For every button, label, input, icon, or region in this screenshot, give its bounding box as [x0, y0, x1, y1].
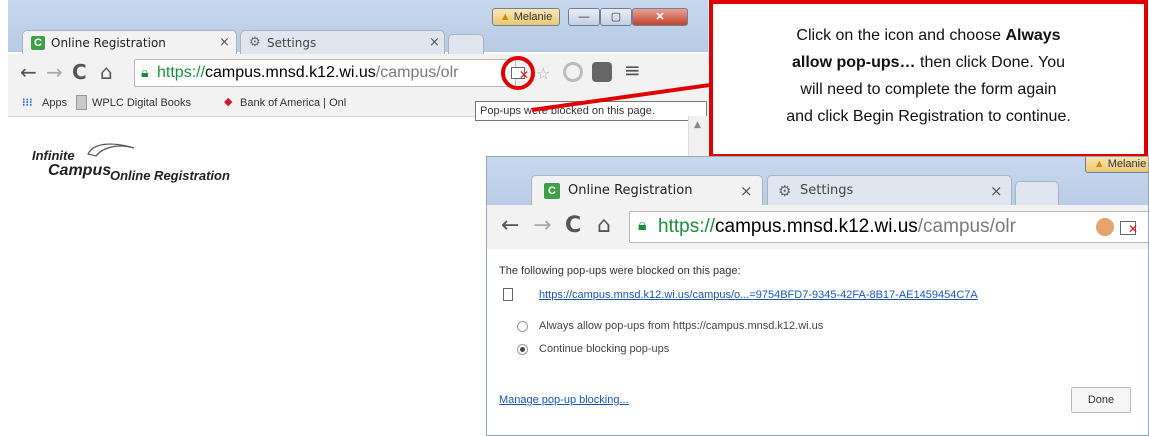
minimize-button[interactable]: — [568, 8, 600, 26]
tab-label: Settings [267, 36, 317, 50]
tab-label: Settings [800, 183, 854, 198]
radio-label: Continue blocking pop-ups [539, 343, 670, 355]
home-icon[interactable]: ⌂ [597, 213, 611, 238]
bofa-icon: ◆ [224, 96, 233, 108]
forward-arrow-icon[interactable]: → [533, 213, 551, 238]
campus-favicon-icon: C [31, 36, 45, 50]
callout-text: then click Done. You [915, 54, 1065, 71]
product-name: Online Registration [110, 168, 230, 183]
apps-grid-icon: ⁝⁝⁝ [22, 97, 33, 109]
extension-icon[interactable] [563, 62, 583, 82]
profile-name: Melanie [513, 11, 553, 23]
user-profile-button[interactable]: ▲ Melanie [492, 8, 560, 26]
close-tab-icon[interactable]: × [219, 35, 230, 50]
callout-line-1: Click on the icon and choose Always [713, 22, 1144, 49]
manage-popup-link[interactable]: Manage pop-up blocking... [499, 394, 629, 406]
toolbar: ← → C ⌂ 🔒︎ https://campus.mnsd.k12.wi.us… [8, 54, 708, 93]
blocked-popup-link[interactable]: https://campus.mnsd.k12.wi.us/campus/o..… [539, 289, 978, 301]
radio-button-selected[interactable] [517, 344, 528, 355]
new-tab-button[interactable] [448, 34, 484, 54]
address-bar[interactable]: 🔒︎ https://campus.mnsd.k12.wi.us/campus/… [629, 211, 1148, 243]
warning-icon: ▲ [499, 11, 511, 23]
scroll-up-icon[interactable]: ▲ [694, 120, 701, 130]
cookie-icon[interactable] [1096, 218, 1114, 236]
bookmark-star-icon[interactable]: ☆ [536, 64, 550, 83]
back-arrow-icon[interactable]: ← [20, 60, 37, 84]
home-icon[interactable]: ⌂ [100, 60, 113, 84]
book-icon [76, 95, 87, 110]
callout-line-2: allow pop-ups… then click Done. You [713, 49, 1144, 76]
reload-icon[interactable]: C [565, 213, 581, 238]
bookmark-wplc[interactable]: WPLC Digital Books [92, 97, 191, 109]
toolbar: ← → C ⌂ 🔒︎ https://campus.mnsd.k12.wi.us… [487, 205, 1148, 250]
bookmark-bofa[interactable]: Bank of America | Onl [240, 97, 346, 109]
url-scheme: https:// [157, 64, 206, 81]
campus-favicon-icon: C [544, 183, 560, 199]
callout-bold: allow pop-ups… [792, 54, 916, 71]
dialog-heading: The following pop-ups were blocked on th… [499, 265, 741, 277]
tab-label: Online Registration [568, 183, 693, 198]
tab-online-registration[interactable]: C Online Registration × [22, 30, 237, 54]
lock-icon: 🔒︎ [141, 64, 149, 80]
url-host: campus.mnsd.k12.wi.us [715, 216, 918, 237]
logo-line1: Infinite [32, 148, 75, 163]
callout-line-4: and click Begin Registration to continue… [786, 108, 1071, 125]
radio-button[interactable] [517, 321, 528, 332]
url-host: campus.mnsd.k12.wi.us [205, 64, 376, 81]
maximize-button[interactable]: ▢ [600, 8, 632, 26]
menu-icon[interactable]: ≡ [624, 58, 641, 82]
url-path: /campus/olr [917, 216, 1016, 237]
tab-settings[interactable]: ⚙ Settings × [767, 175, 1012, 205]
back-arrow-icon[interactable]: ← [501, 213, 519, 238]
done-button[interactable]: Done [1071, 387, 1131, 413]
radio-label: Always allow pop-ups from https://campus… [539, 320, 824, 332]
close-window-button[interactable]: ✕ [632, 8, 688, 26]
instruction-callout: Click on the icon and choose Always allo… [709, 0, 1148, 158]
foreground-browser-window: ▲ Melanie C Online Registration × ⚙ Sett… [486, 156, 1149, 436]
blocked-x-icon: ✕ [519, 68, 530, 82]
reload-icon[interactable]: C [72, 60, 87, 84]
logo-line2: Campus [48, 162, 112, 179]
callout-bold: Always [1005, 27, 1061, 44]
blocked-x-icon: ✕ [1128, 222, 1139, 236]
url-path: /campus/olr [375, 64, 459, 81]
close-tab-icon[interactable]: × [740, 182, 753, 200]
callout-text: Click on the icon and choose [796, 27, 1006, 44]
url-scheme: https:// [658, 216, 716, 237]
close-tab-icon[interactable]: × [429, 35, 440, 50]
new-tab-button[interactable] [1015, 181, 1059, 205]
tooltip: Pop-ups were blocked on this page. [475, 101, 707, 121]
popup-blocked-dialog: The following pop-ups were blocked on th… [487, 249, 1148, 435]
tab-settings[interactable]: ⚙ Settings × [240, 30, 445, 54]
lock-icon: 🔒︎ [638, 217, 647, 234]
warning-icon: ▲ [1093, 158, 1105, 170]
gear-icon: ⚙ [249, 35, 261, 50]
profile-name: Melanie [1107, 158, 1147, 170]
page-icon [503, 288, 513, 301]
close-tab-icon[interactable]: × [990, 182, 1003, 200]
extension-square-icon[interactable] [592, 62, 612, 82]
address-bar[interactable]: 🔒︎ https://campus.mnsd.k12.wi.us/campus/… [134, 59, 516, 87]
bookmark-apps[interactable]: Apps [42, 97, 67, 109]
logo-swoosh-icon [87, 143, 135, 157]
gear-icon: ⚙ [778, 182, 792, 200]
tab-label: Online Registration [51, 36, 166, 50]
tab-online-registration[interactable]: C Online Registration × [531, 175, 763, 205]
user-profile-button[interactable]: ▲ Melanie [1085, 157, 1148, 173]
forward-arrow-icon[interactable]: → [46, 60, 63, 84]
callout-line-3: will need to complete the form again [800, 81, 1057, 98]
